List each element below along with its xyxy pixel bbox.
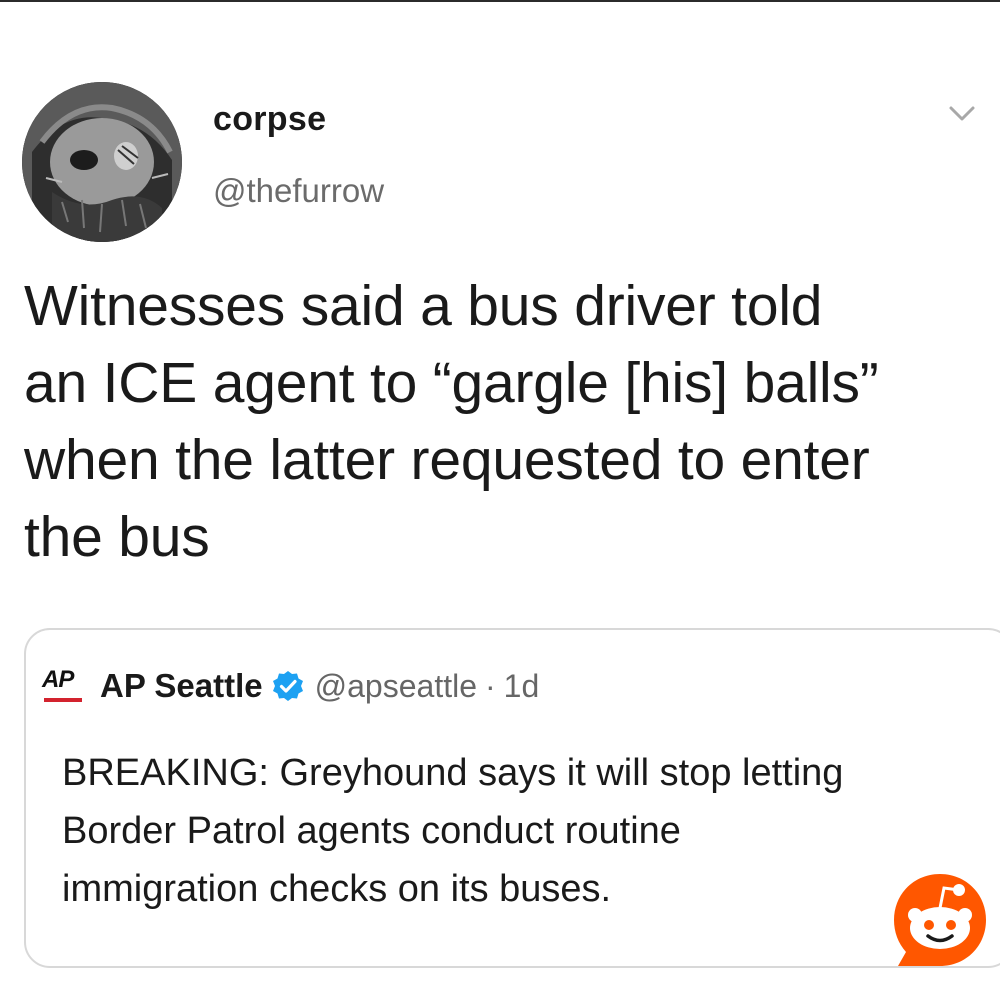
quoted-timestamp[interactable]: 1d (504, 668, 540, 705)
tweet-text-line: when the latter requested to enter (24, 428, 870, 492)
quoted-tweet-text: BREAKING: Greyhound says it will stop le… (62, 744, 962, 918)
quoted-text-line: Border Patrol agents conduct routine (62, 810, 681, 852)
tweet-text: Witnesses said a bus driver told an ICE … (24, 268, 974, 576)
tweet-text-line: Witnesses said a bus driver told (24, 274, 823, 338)
display-name[interactable]: corpse (213, 100, 326, 139)
ap-logo-bar (44, 698, 82, 702)
chevron-down-icon[interactable] (948, 104, 976, 124)
tweet-text-line: the bus (24, 505, 210, 569)
verified-badge-icon (272, 671, 303, 701)
quoted-tweet-header: AP AP Seattle @apseattle · 1d (42, 664, 539, 708)
quoted-text-line: immigration checks on its buses. (62, 868, 612, 910)
ap-logo[interactable]: AP (42, 664, 86, 708)
quoted-text-line: BREAKING: Greyhound says it will stop le… (62, 752, 844, 794)
avatar[interactable] (22, 82, 182, 242)
reddit-logo-icon (894, 874, 986, 966)
tweet-text-line: an ICE agent to “gargle [his] balls” (24, 351, 879, 415)
quoted-display-name[interactable]: AP Seattle (100, 667, 263, 705)
dot-separator: · (485, 667, 496, 704)
avatar-image (22, 82, 182, 242)
ap-logo-text: AP (42, 666, 74, 693)
top-divider (0, 0, 1000, 2)
user-handle[interactable]: @thefurrow (213, 172, 384, 210)
quoted-handle[interactable]: @apseattle (315, 668, 477, 705)
